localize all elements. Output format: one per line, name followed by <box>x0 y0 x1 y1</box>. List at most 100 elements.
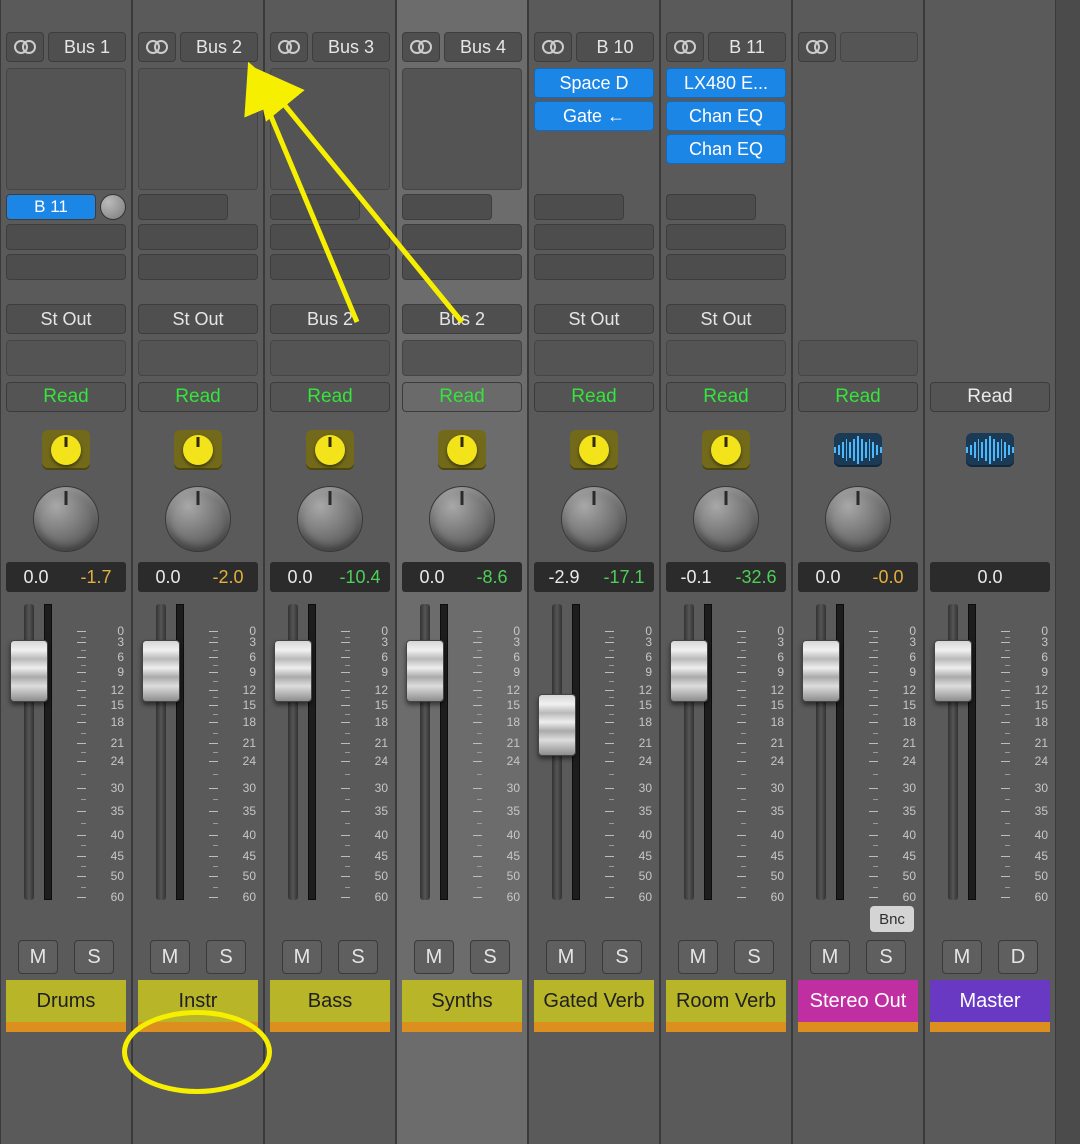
output-slot[interactable]: Bus 2 <box>402 304 522 334</box>
pan-knob[interactable] <box>33 486 99 552</box>
insert-plugin[interactable]: Space D <box>534 68 654 98</box>
hpf-knob[interactable] <box>570 430 618 470</box>
output-slot[interactable]: Bus 2 <box>270 304 390 334</box>
pan-knob[interactable] <box>561 486 627 552</box>
input-slot[interactable]: Bus 2 <box>180 32 258 62</box>
group-slot[interactable] <box>138 340 258 376</box>
hpf-knob[interactable] <box>438 430 486 470</box>
solo-button[interactable]: S <box>866 940 906 974</box>
track-name[interactable]: Gated Verb <box>534 980 654 1022</box>
send-slot-empty[interactable] <box>534 254 654 280</box>
group-slot[interactable] <box>534 340 654 376</box>
send-slot-empty[interactable] <box>666 224 786 250</box>
fader-cap[interactable] <box>538 694 576 756</box>
send-slot-empty[interactable] <box>402 224 522 250</box>
send-slot-empty[interactable] <box>138 224 258 250</box>
track-name[interactable]: Instr <box>138 980 258 1022</box>
fader-cap[interactable] <box>802 640 840 702</box>
send-slot-empty[interactable] <box>270 224 390 250</box>
output-slot[interactable]: St Out <box>6 304 126 334</box>
send-slot-empty[interactable] <box>666 254 786 280</box>
input-slot[interactable]: Bus 1 <box>48 32 126 62</box>
group-slot[interactable] <box>270 340 390 376</box>
send-slot-empty[interactable] <box>534 194 624 220</box>
automation-mode[interactable]: Read <box>930 382 1050 412</box>
mute-button[interactable]: M <box>150 940 190 974</box>
pan-knob[interactable] <box>429 486 495 552</box>
fader-cap[interactable] <box>274 640 312 702</box>
group-slot[interactable] <box>666 340 786 376</box>
track-name[interactable]: Synths <box>402 980 522 1022</box>
send-slot-empty[interactable] <box>138 194 228 220</box>
mute-button[interactable]: M <box>546 940 586 974</box>
fader-cap[interactable] <box>934 640 972 702</box>
mute-button[interactable]: M <box>810 940 850 974</box>
solo-button[interactable]: D <box>998 940 1038 974</box>
track-name[interactable]: Master <box>930 980 1050 1022</box>
stereo-mode-icon[interactable] <box>666 32 704 62</box>
track-name[interactable]: Stereo Out <box>798 980 918 1022</box>
track-name[interactable]: Bass <box>270 980 390 1022</box>
automation-mode[interactable]: Read <box>270 382 390 412</box>
send-slot[interactable]: B 11 <box>6 194 96 220</box>
hpf-knob[interactable] <box>174 430 222 470</box>
insert-empty[interactable] <box>6 68 126 190</box>
send-slot-empty[interactable] <box>6 224 126 250</box>
solo-button[interactable]: S <box>338 940 378 974</box>
stereo-mode-icon[interactable] <box>6 32 44 62</box>
stereo-mode-icon[interactable] <box>402 32 440 62</box>
hpf-knob[interactable] <box>306 430 354 470</box>
output-slot[interactable]: St Out <box>534 304 654 334</box>
fader-cap[interactable] <box>406 640 444 702</box>
automation-mode[interactable]: Read <box>666 382 786 412</box>
stereo-mode-icon[interactable] <box>798 32 836 62</box>
input-slot-empty[interactable] <box>840 32 918 62</box>
solo-button[interactable]: S <box>734 940 774 974</box>
pan-knob[interactable] <box>297 486 363 552</box>
pan-knob[interactable] <box>825 486 891 552</box>
output-slot[interactable]: St Out <box>138 304 258 334</box>
input-slot[interactable]: B 11 <box>708 32 786 62</box>
track-name[interactable]: Room Verb <box>666 980 786 1022</box>
group-slot[interactable] <box>798 340 918 376</box>
send-slot-empty[interactable] <box>534 224 654 250</box>
send-slot-empty[interactable] <box>270 254 390 280</box>
automation-mode[interactable]: Read <box>402 382 522 412</box>
group-slot[interactable] <box>6 340 126 376</box>
send-slot-empty[interactable] <box>666 194 756 220</box>
insert-plugin[interactable]: Chan EQ <box>666 101 786 131</box>
hpf-knob[interactable] <box>42 430 90 470</box>
group-slot[interactable] <box>402 340 522 376</box>
automation-mode[interactable]: Read <box>138 382 258 412</box>
mute-button[interactable]: M <box>414 940 454 974</box>
solo-button[interactable]: S <box>470 940 510 974</box>
insert-empty[interactable] <box>402 68 522 190</box>
fader-cap[interactable] <box>10 640 48 702</box>
insert-plugin[interactable]: Gate ← <box>534 101 654 131</box>
output-slot[interactable]: St Out <box>666 304 786 334</box>
automation-mode[interactable]: Read <box>6 382 126 412</box>
solo-button[interactable]: S <box>602 940 642 974</box>
send-slot-empty[interactable] <box>402 194 492 220</box>
send-slot-empty[interactable] <box>270 194 360 220</box>
fader-cap[interactable] <box>142 640 180 702</box>
stereo-mode-icon[interactable] <box>138 32 176 62</box>
solo-button[interactable]: S <box>206 940 246 974</box>
send-slot-empty[interactable] <box>402 254 522 280</box>
input-slot[interactable]: Bus 4 <box>444 32 522 62</box>
solo-button[interactable]: S <box>74 940 114 974</box>
stereo-mode-icon[interactable] <box>534 32 572 62</box>
bounce-button[interactable]: Bnc <box>870 906 914 932</box>
hpf-knob[interactable] <box>702 430 750 470</box>
input-slot[interactable]: Bus 3 <box>312 32 390 62</box>
insert-plugin[interactable]: LX480 E... <box>666 68 786 98</box>
track-name[interactable]: Drums <box>6 980 126 1022</box>
fader-cap[interactable] <box>670 640 708 702</box>
mute-button[interactable]: M <box>282 940 322 974</box>
mute-button[interactable]: M <box>18 940 58 974</box>
insert-empty[interactable] <box>270 68 390 190</box>
stereo-mode-icon[interactable] <box>270 32 308 62</box>
automation-mode[interactable]: Read <box>534 382 654 412</box>
send-level-knob[interactable] <box>100 194 126 220</box>
insert-empty[interactable] <box>138 68 258 190</box>
